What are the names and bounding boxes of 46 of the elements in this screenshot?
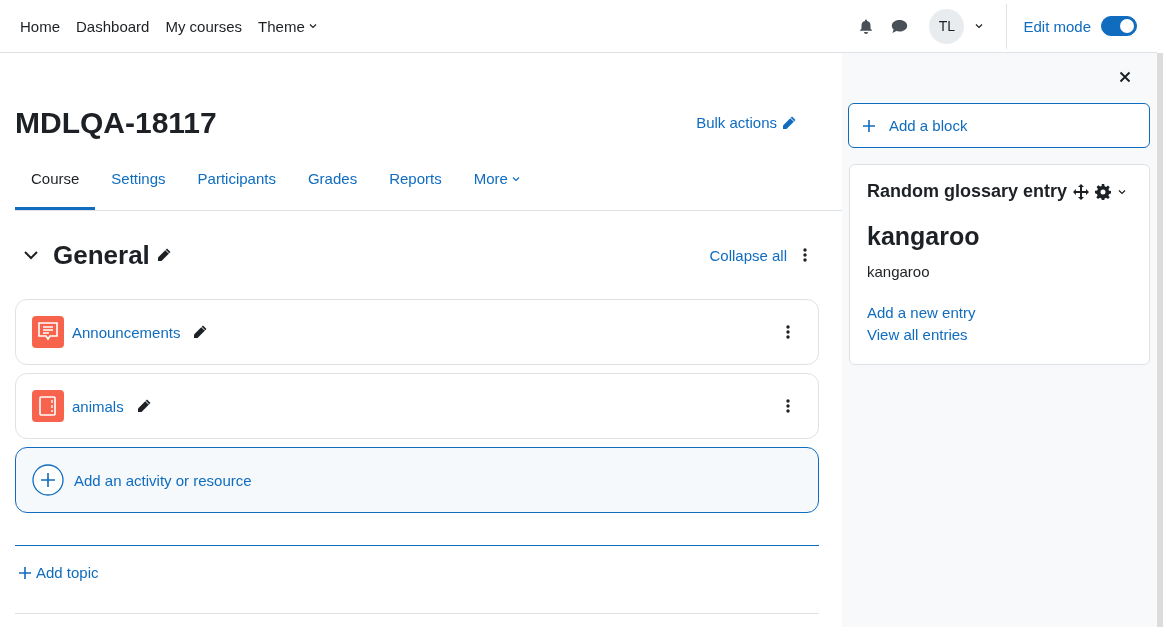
collapse-all-link[interactable]: Collapse all: [709, 246, 787, 264]
course-tab[interactable]: Settings: [95, 170, 182, 210]
nav-link[interactable]: Theme: [258, 17, 318, 35]
more-options-icon[interactable]: [803, 247, 807, 263]
block-link[interactable]: View all entries: [867, 324, 968, 346]
add-activity-button[interactable]: Add an activity or resource: [15, 447, 819, 513]
edit-mode-toggle[interactable]: [1101, 16, 1137, 36]
nav-link[interactable]: Dashboard: [76, 17, 150, 35]
course-tab[interactable]: Course: [15, 170, 96, 210]
activity-link[interactable]: animals: [72, 397, 124, 415]
course-tab[interactable]: Reports: [373, 170, 458, 210]
block-link[interactable]: Add a new entry: [867, 302, 976, 324]
more-options-icon[interactable]: [786, 324, 790, 340]
plus-icon: [32, 464, 64, 496]
edit-mode-label: Edit mode: [1023, 17, 1091, 35]
block-title: Random glossary entry: [867, 181, 1068, 202]
settings-icon[interactable]: [1095, 183, 1112, 200]
book-icon: [32, 390, 64, 422]
activity-link[interactable]: Announcements: [72, 323, 181, 341]
bell-icon[interactable]: [859, 18, 874, 34]
scrollbar[interactable]: [1157, 53, 1163, 627]
more-options-icon[interactable]: [786, 398, 790, 414]
chat-bubble-icon[interactable]: [891, 18, 909, 34]
caret-icon: [974, 21, 985, 31]
entry-definition: kangaroo: [867, 263, 931, 280]
course-title: MDLQA-18117: [15, 105, 217, 140]
nav-link[interactable]: Home: [20, 17, 60, 35]
nav-link[interactable]: My courses: [165, 17, 243, 35]
pencil-icon[interactable]: [155, 247, 172, 263]
bulk-actions-link[interactable]: Bulk actions: [696, 114, 797, 131]
entry-concept: kangaroo: [867, 222, 981, 251]
user-avatar[interactable]: TL: [929, 8, 965, 44]
plus-icon: [18, 565, 32, 580]
plus-icon: [863, 119, 875, 132]
course-tab[interactable]: Participants: [181, 170, 292, 210]
pencil-icon[interactable]: [192, 324, 209, 340]
close-icon[interactable]: [1119, 71, 1131, 83]
pencil-icon: [781, 114, 797, 131]
move-icon[interactable]: [1073, 183, 1090, 200]
chat-bubble-icon: [32, 316, 64, 348]
pencil-icon[interactable]: [135, 398, 152, 414]
section-title: General: [53, 239, 150, 271]
add-topic-link[interactable]: Add topic: [15, 546, 102, 613]
course-tab[interactable]: Grades: [291, 170, 374, 210]
add-block-button[interactable]: Add a block: [848, 103, 1150, 148]
course-tab[interactable]: More: [457, 170, 537, 210]
